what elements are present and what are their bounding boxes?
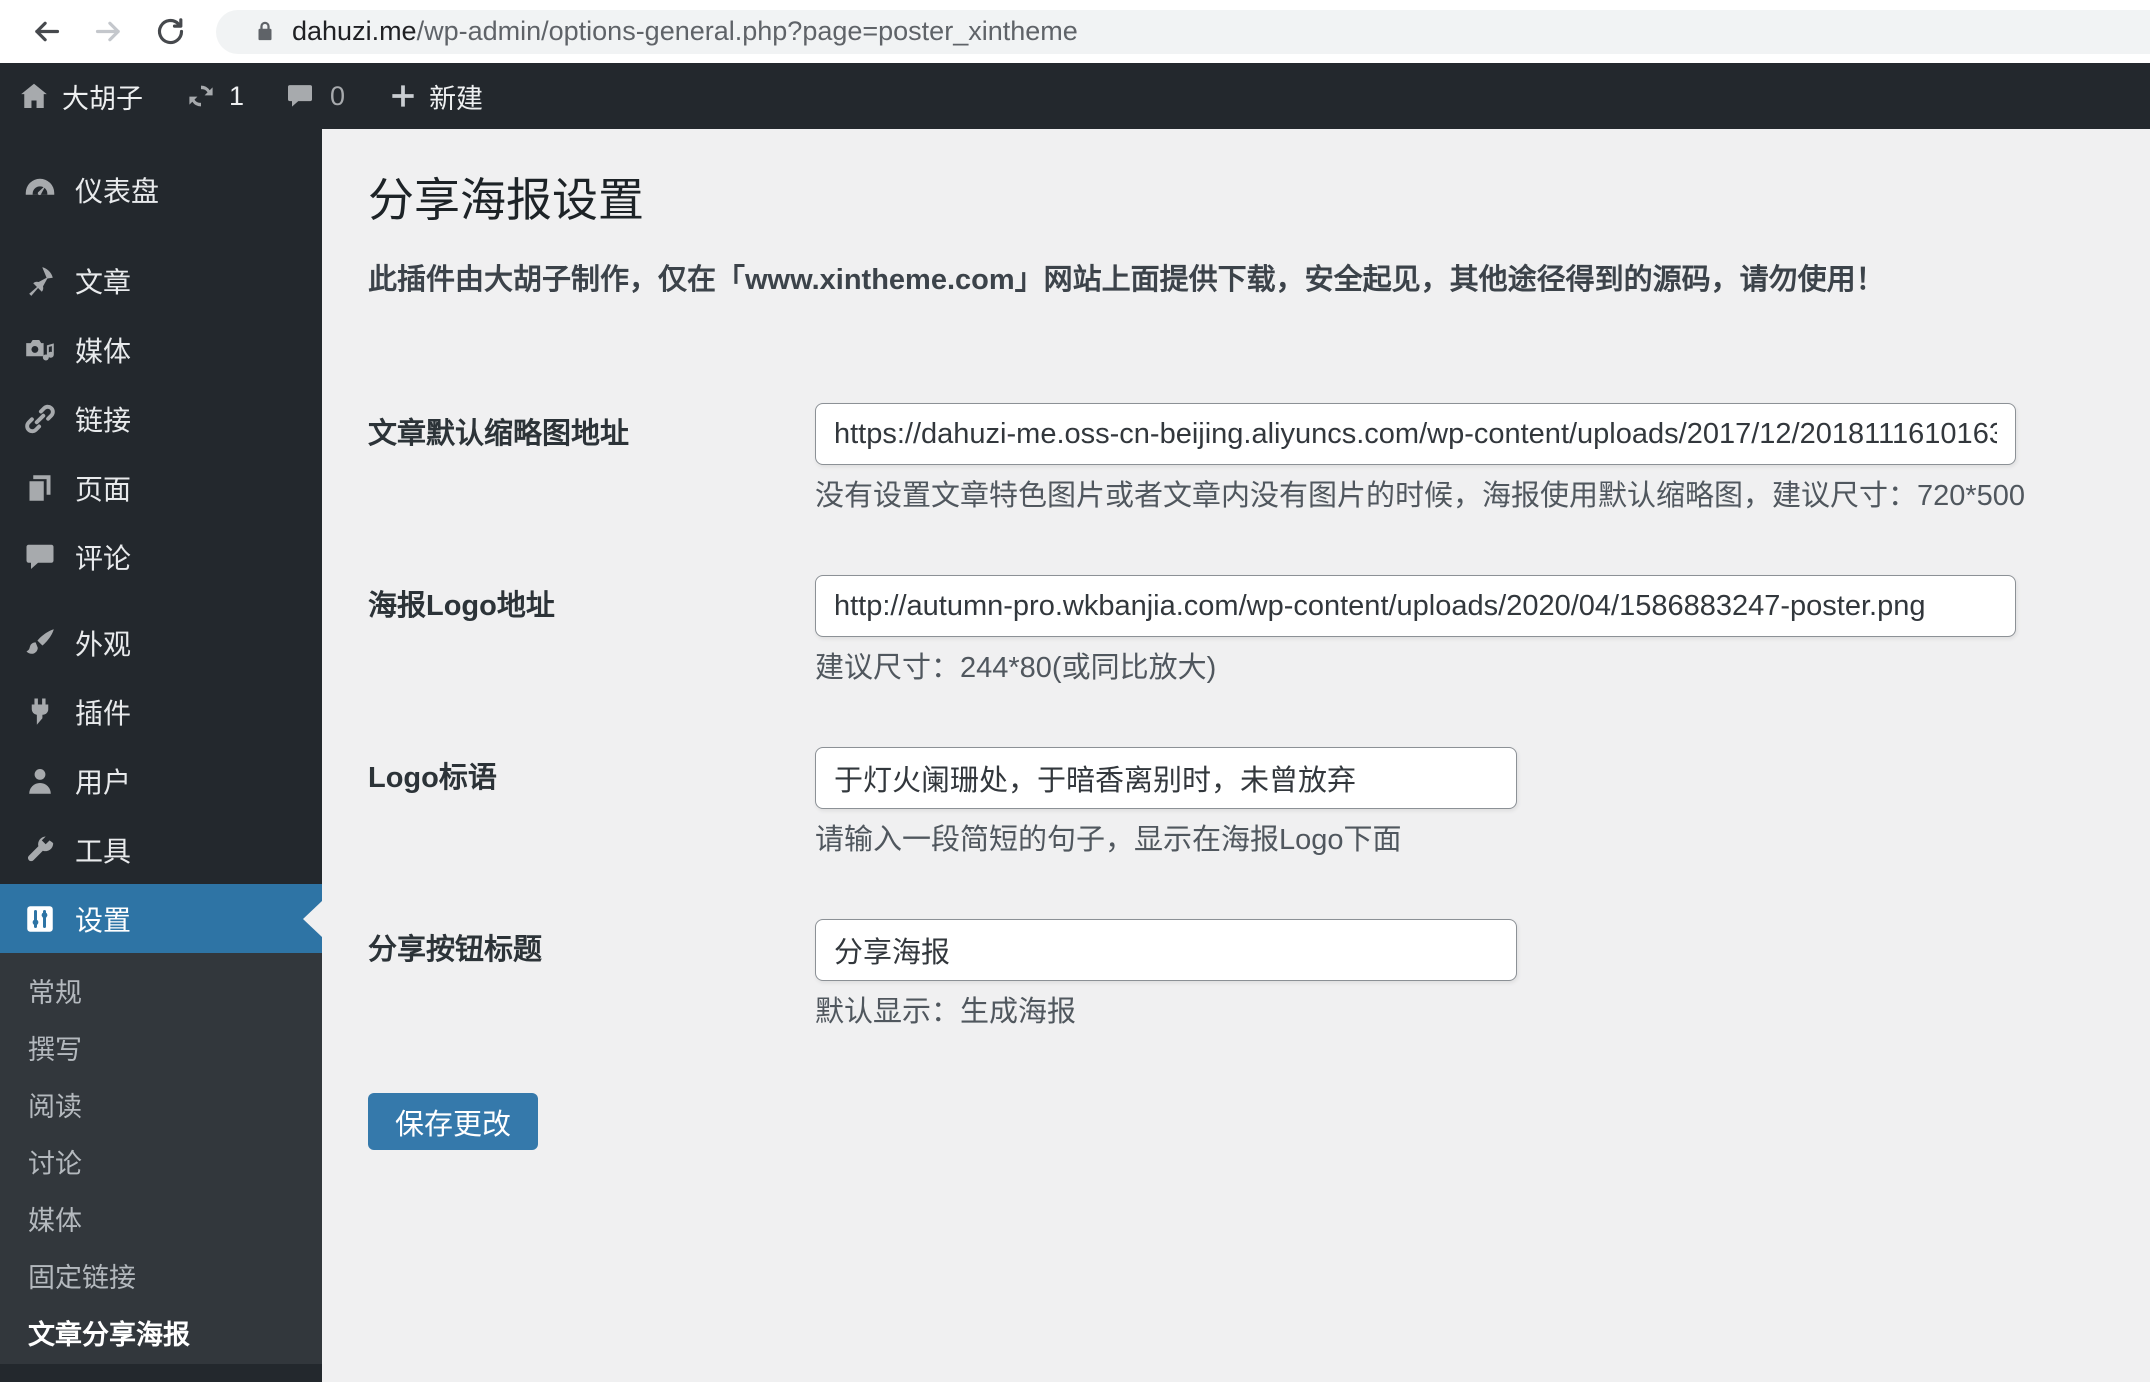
field-main: 请输入一段简短的句子，显示在海报Logo下面 <box>815 747 2150 855</box>
wp-sidebar-menu: 仪表盘 文章 媒体 链接 页面 评论 外观 插件 用户 工具 设置 常规 撰写 … <box>0 129 322 1382</box>
field-hint: 默认显示：生成海报 <box>815 996 1077 1028</box>
updates-icon <box>189 85 213 107</box>
current-menu-arrow-icon <box>303 900 322 937</box>
logo-slogan-input[interactable] <box>815 747 1517 809</box>
sidebar-item-appearance[interactable]: 外观 <box>0 608 322 677</box>
users-icon <box>29 768 51 794</box>
share-button-title-input[interactable] <box>815 919 1517 981</box>
sidebar-item-links[interactable]: 链接 <box>0 384 322 453</box>
main-menu: 仪表盘 文章 媒体 链接 页面 评论 外观 插件 用户 工具 设置 <box>0 155 322 953</box>
field-label: Logo标语 <box>368 762 497 794</box>
sidebar-item-label: 仪表盘 <box>75 175 160 207</box>
sidebar-subitem-media[interactable]: 媒体 <box>0 1193 322 1250</box>
site-name: 大胡子 <box>62 83 143 114</box>
settings-form: 文章默认缩略图地址 没有设置文章特色图片或者文章内没有图片的时候，海报使用默认缩… <box>368 403 2150 1150</box>
back-arrow-icon <box>34 21 59 42</box>
comment-bubble-icon <box>288 85 313 107</box>
page-title: 分享海报设置 <box>368 174 644 226</box>
appearance-brush-icon <box>26 628 54 654</box>
url-host: dahuzi.me <box>292 16 417 46</box>
browser-toolbar: dahuzi.me/wp-admin/options-general.php?p… <box>0 0 2150 63</box>
sidebar-item-posts[interactable]: 文章 <box>0 246 322 315</box>
tools-wrench-icon <box>27 836 54 861</box>
url-bar[interactable]: dahuzi.me/wp-admin/options-general.php?p… <box>216 9 2150 54</box>
sidebar-item-label: 文章 <box>75 266 132 298</box>
form-row-default-thumbnail: 文章默认缩略图地址 没有设置文章特色图片或者文章内没有图片的时候，海报使用默认缩… <box>368 403 2150 511</box>
sidebar-item-settings[interactable]: 设置 <box>0 884 322 953</box>
adminbar-site-menu[interactable]: 大胡子 <box>18 63 143 129</box>
sidebar-item-plugins[interactable]: 插件 <box>0 677 322 746</box>
new-label: 新建 <box>429 83 484 114</box>
browser-back-button[interactable] <box>26 12 66 52</box>
adminbar-updates[interactable]: 1 <box>185 63 244 129</box>
field-hint: 没有设置文章特色图片或者文章内没有图片的时候，海报使用默认缩略图，建议尺寸：72… <box>815 480 2026 512</box>
dashboard-icon <box>25 178 55 195</box>
sidebar-item-label: 媒体 <box>75 335 132 367</box>
lock-icon <box>258 21 272 40</box>
browser-reload-button[interactable] <box>150 12 190 52</box>
screen: dahuzi.me/wp-admin/options-general.php?p… <box>0 0 2150 1382</box>
field-hint: 建议尺寸：244*80(或同比放大) <box>815 652 1217 684</box>
sidebar-item-label: 外观 <box>75 628 132 660</box>
default-thumbnail-url-input[interactable] <box>815 403 2016 465</box>
plugin-notice: 此插件由大胡子制作，仅在「www.xintheme.com」网站上面提供下载，安… <box>368 264 1885 296</box>
sidebar-item-label: 设置 <box>75 904 132 936</box>
field-hint: 请输入一段简短的句子，显示在海报Logo下面 <box>815 824 1402 856</box>
field-label: 海报Logo地址 <box>368 590 555 622</box>
form-row-share-button-title: 分享按钮标题 默认显示：生成海报 <box>368 919 2150 1027</box>
form-row-logo-slogan: Logo标语 请输入一段简短的句子，显示在海报Logo下面 <box>368 747 2150 855</box>
sidebar-item-dashboard[interactable]: 仪表盘 <box>0 155 322 224</box>
media-icon <box>26 339 54 360</box>
url-path: /wp-admin/options-general.php?page=poste… <box>416 16 1078 46</box>
sidebar-subitem-general[interactable]: 常规 <box>0 965 322 1022</box>
update-count: 1 <box>229 80 245 111</box>
poster-logo-url-input[interactable] <box>815 575 2016 637</box>
forward-arrow-icon <box>95 21 120 42</box>
reload-icon <box>157 18 183 45</box>
sidebar-item-label: 评论 <box>75 542 132 574</box>
field-main: 没有设置文章特色图片或者文章内没有图片的时候，海报使用默认缩略图，建议尺寸：72… <box>815 403 2150 511</box>
sidebar-item-users[interactable]: 用户 <box>0 746 322 815</box>
field-main: 建议尺寸：244*80(或同比放大) <box>815 575 2150 683</box>
field-label: 分享按钮标题 <box>368 934 543 966</box>
save-changes-button[interactable]: 保存更改 <box>368 1093 539 1150</box>
sidebar-item-label: 插件 <box>75 697 132 729</box>
sidebar-subitem-reading[interactable]: 阅读 <box>0 1079 322 1136</box>
home-icon <box>21 83 47 108</box>
plus-icon <box>392 85 414 107</box>
sidebar-item-media[interactable]: 媒体 <box>0 315 322 384</box>
links-chain-icon <box>25 404 55 433</box>
field-label: 文章默认缩略图地址 <box>368 418 630 450</box>
posts-pin-icon <box>29 266 53 296</box>
sidebar-item-comments[interactable]: 评论 <box>0 522 322 591</box>
sidebar-subitem-discussion[interactable]: 讨论 <box>0 1136 322 1193</box>
settings-submenu: 常规 撰写 阅读 讨论 媒体 固定链接 文章分享海报 <box>0 953 322 1364</box>
browser-forward-button[interactable] <box>88 12 128 52</box>
sidebar-item-pages[interactable]: 页面 <box>0 453 322 522</box>
plugins-plug-icon <box>31 698 49 725</box>
adminbar-new-button[interactable]: 新建 <box>387 63 483 129</box>
adminbar-comments[interactable]: 0 <box>284 63 345 129</box>
sidebar-item-label: 链接 <box>75 404 132 436</box>
main-content: 分享海报设置 此插件由大胡子制作，仅在「www.xintheme.com」网站上… <box>322 129 2150 1382</box>
sidebar-subitem-writing[interactable]: 撰写 <box>0 1022 322 1079</box>
comments-icon <box>26 544 54 569</box>
pages-icon <box>29 474 51 501</box>
sidebar-item-label: 工具 <box>75 835 132 867</box>
url-text: dahuzi.me/wp-admin/options-general.php?p… <box>292 16 1078 47</box>
form-row-poster-logo: 海报Logo地址 建议尺寸：244*80(或同比放大) <box>368 575 2150 683</box>
sidebar-subitem-permalinks[interactable]: 固定链接 <box>0 1250 322 1307</box>
sidebar-subitem-share-poster[interactable]: 文章分享海报 <box>0 1307 322 1364</box>
sidebar-item-label: 页面 <box>75 473 132 505</box>
comment-count: 0 <box>330 80 346 111</box>
settings-sliders-icon <box>27 905 53 932</box>
wp-admin-bar: 大胡子 1 0 新建 <box>0 63 2150 129</box>
sidebar-item-tools[interactable]: 工具 <box>0 815 322 884</box>
sidebar-item-label: 用户 <box>75 766 132 798</box>
field-main: 默认显示：生成海报 <box>815 919 2150 1027</box>
